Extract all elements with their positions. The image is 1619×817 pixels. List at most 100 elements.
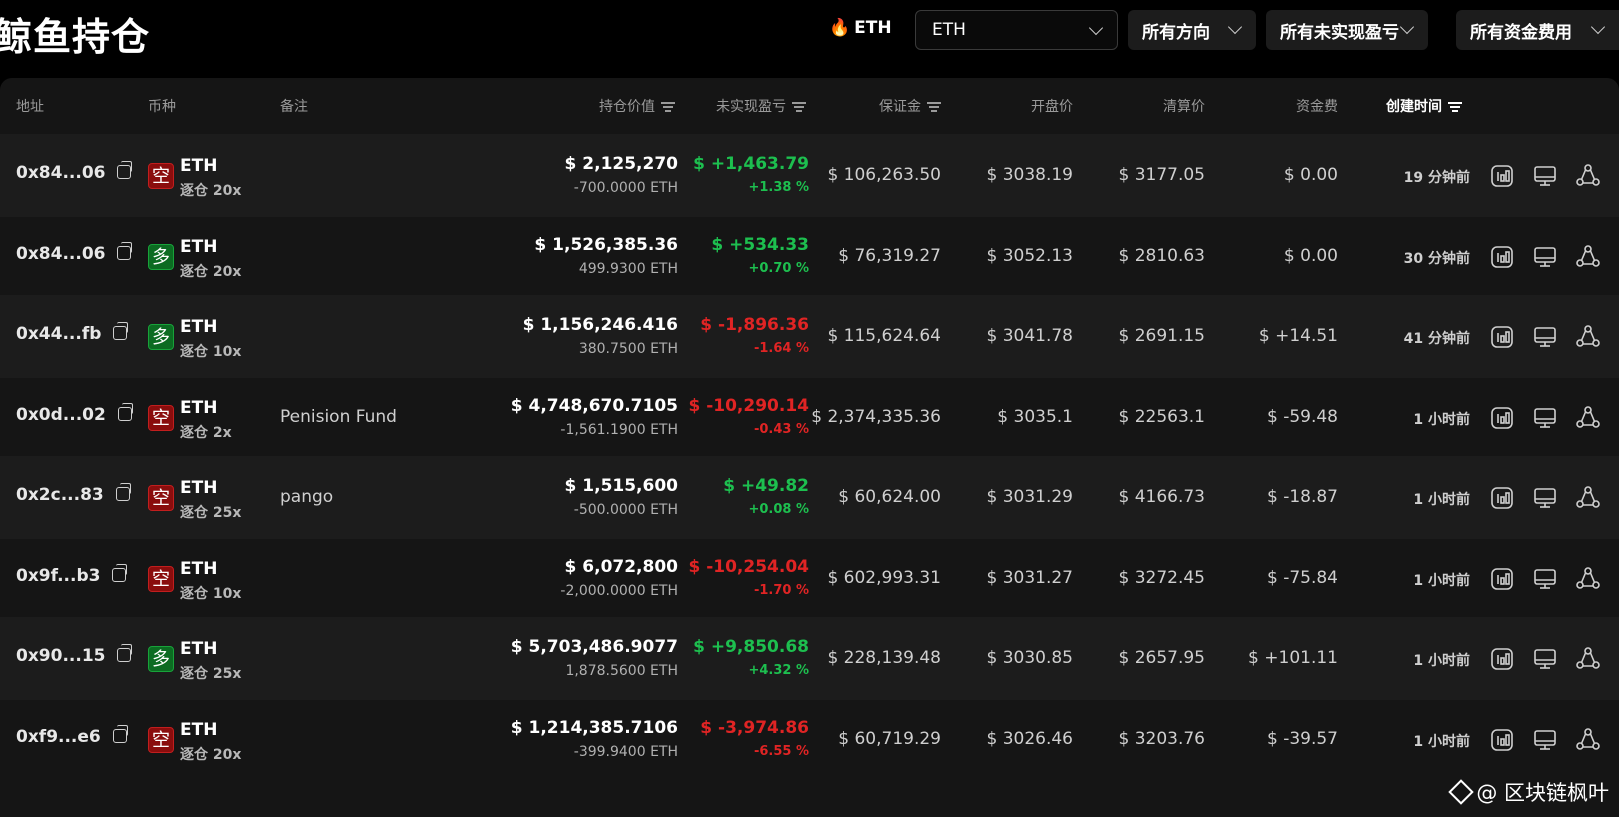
coin-symbol: ETH [180,558,218,579]
hot-coin-label[interactable]: 🔥 ETH [829,18,892,38]
col-address: 地址 [16,99,44,115]
liq-price: $ 3177.05 [1118,165,1205,185]
position-qty: 1,878.5600 ETH [565,663,678,679]
coin-symbol: ETH [180,719,218,740]
position-qty: -2,000.0000 ETH [560,582,678,599]
funding-fee: $ 0.00 [1283,245,1338,266]
leverage: 逐仓 20x [180,746,242,763]
address[interactable]: 0x44...fb [16,322,129,344]
chart-icon[interactable] [1489,405,1515,431]
share-icon[interactable] [1575,566,1601,592]
side-badge: 空 [148,404,174,431]
table-row[interactable]: 0x84...06 多 ETH 逐仓 20x $ 1,526,385.36 49… [0,215,1619,298]
col-created[interactable]: 创建时间 [1386,96,1462,116]
chart-icon[interactable] [1489,163,1515,189]
open-price: $ 3026.46 [986,728,1073,749]
share-icon[interactable] [1575,646,1601,672]
funding-select[interactable]: 所有资金费用 [1456,10,1619,50]
address[interactable]: 0xf9...e6 [16,724,128,747]
monitor-icon[interactable] [1532,163,1558,189]
funding-fee: $ -18.87 [1266,487,1338,507]
position-qty: -700.0000 ETH [573,180,678,196]
address[interactable]: 0x90...15 [16,644,133,666]
address[interactable]: 0x9f...b3 [16,563,128,586]
table-row[interactable]: 0x2c...83 空 ETH 逐仓 25x pango $ 1,515,600… [0,456,1619,539]
side-badge: 多 [148,243,174,270]
share-icon[interactable] [1575,244,1601,270]
created-time: 1 小时前 [1413,733,1470,750]
table-header: 地址 币种 备注 持仓价值 未实现盈亏 保证金 开盘价 清算价 资金费 创建时间 [0,78,1619,134]
copy-icon[interactable] [113,322,129,340]
coin-select[interactable]: ETH [915,10,1118,50]
table-row[interactable]: 0x44...fb 多 ETH 逐仓 10x $ 1,156,246.416 3… [0,295,1619,378]
col-value[interactable]: 持仓价值 [599,96,675,116]
direction-select[interactable]: 所有方向 [1128,10,1256,50]
pnl-percent: -6.55 % [753,743,809,759]
address[interactable]: 0x0d...02 [16,402,133,425]
table-row[interactable]: 0x0d...02 空 ETH 逐仓 2x Penision Fund $ 4,… [0,376,1619,459]
monitor-icon[interactable] [1532,244,1558,270]
leverage: 逐仓 25x [180,666,242,682]
margin: $ 60,624.00 [838,487,941,507]
address[interactable]: 0x2c...83 [16,483,131,505]
open-price: $ 3038.19 [986,165,1073,185]
position-value: $ 4,748,670.7105 [510,395,678,416]
monitor-icon[interactable] [1532,727,1558,753]
chart-icon[interactable] [1489,727,1515,753]
funding-fee: $ -75.84 [1266,567,1338,588]
funding-fee: $ 0.00 [1283,165,1338,185]
chart-icon[interactable] [1489,566,1515,592]
copy-icon[interactable] [112,724,128,743]
share-icon[interactable] [1575,163,1601,189]
chart-icon[interactable] [1489,244,1515,270]
pnl-select[interactable]: 所有未实现盈亏 [1266,10,1428,50]
share-icon[interactable] [1575,324,1601,350]
direction-select-value: 所有方向 [1142,22,1210,43]
copy-icon[interactable] [115,483,131,501]
col-pnl[interactable]: 未实现盈亏 [716,96,806,116]
monitor-icon[interactable] [1532,566,1558,592]
chart-icon[interactable] [1489,646,1515,672]
share-icon[interactable] [1575,727,1601,753]
funding-fee: $ +14.51 [1258,326,1338,346]
funding-fee: $ +101.11 [1248,648,1338,668]
share-icon[interactable] [1575,485,1601,511]
unrealized-pnl: $ +49.82 [723,476,809,496]
address[interactable]: 0x84...06 [16,161,133,183]
margin: $ 228,139.48 [827,648,941,668]
sort-icon [1448,102,1462,112]
pnl-percent: -1.70 % [753,582,809,598]
table-row[interactable]: 0xf9...e6 空 ETH 逐仓 20x $ 1,214,385.7106 … [0,698,1619,781]
address[interactable]: 0x84...06 [16,241,133,264]
copy-icon[interactable] [117,644,133,662]
copy-icon[interactable] [117,402,133,421]
monitor-icon[interactable] [1532,324,1558,350]
table-row[interactable]: 0x9f...b3 空 ETH 逐仓 10x $ 6,072,800 -2,00… [0,537,1619,620]
col-margin[interactable]: 保证金 [879,96,941,116]
chart-icon[interactable] [1489,485,1515,511]
monitor-icon[interactable] [1532,405,1558,431]
funding-fee: $ -59.48 [1266,406,1338,427]
open-price: $ 3031.27 [986,567,1073,588]
margin: $ 76,319.27 [838,245,941,266]
filter-bar: 🔥 ETH ETH 所有方向 所有未实现盈亏 所有资金费用 [0,10,1619,52]
liq-price: $ 4166.73 [1118,487,1205,507]
funding-fee: $ -39.57 [1266,728,1338,749]
copy-icon[interactable] [117,161,133,179]
position-qty: -500.0000 ETH [573,502,678,518]
col-note: 备注 [280,99,308,115]
table-row[interactable]: 0x84...06 空 ETH 逐仓 20x $ 2,125,270 -700.… [0,134,1619,217]
monitor-icon[interactable] [1532,485,1558,511]
copy-icon[interactable] [117,241,133,260]
pnl-percent: +0.08 % [748,502,809,517]
monitor-icon[interactable] [1532,646,1558,672]
table-row[interactable]: 0x90...15 多 ETH 逐仓 25x $ 5,703,486.9077 … [0,617,1619,700]
copy-icon[interactable] [112,563,128,582]
chart-icon[interactable] [1489,324,1515,350]
fire-icon: 🔥 [829,18,851,38]
side-badge: 多 [148,324,174,350]
chevron-down-icon [1590,19,1606,35]
share-icon[interactable] [1575,405,1601,431]
chevron-down-icon [1088,20,1104,36]
created-time: 1 小时前 [1413,411,1470,428]
